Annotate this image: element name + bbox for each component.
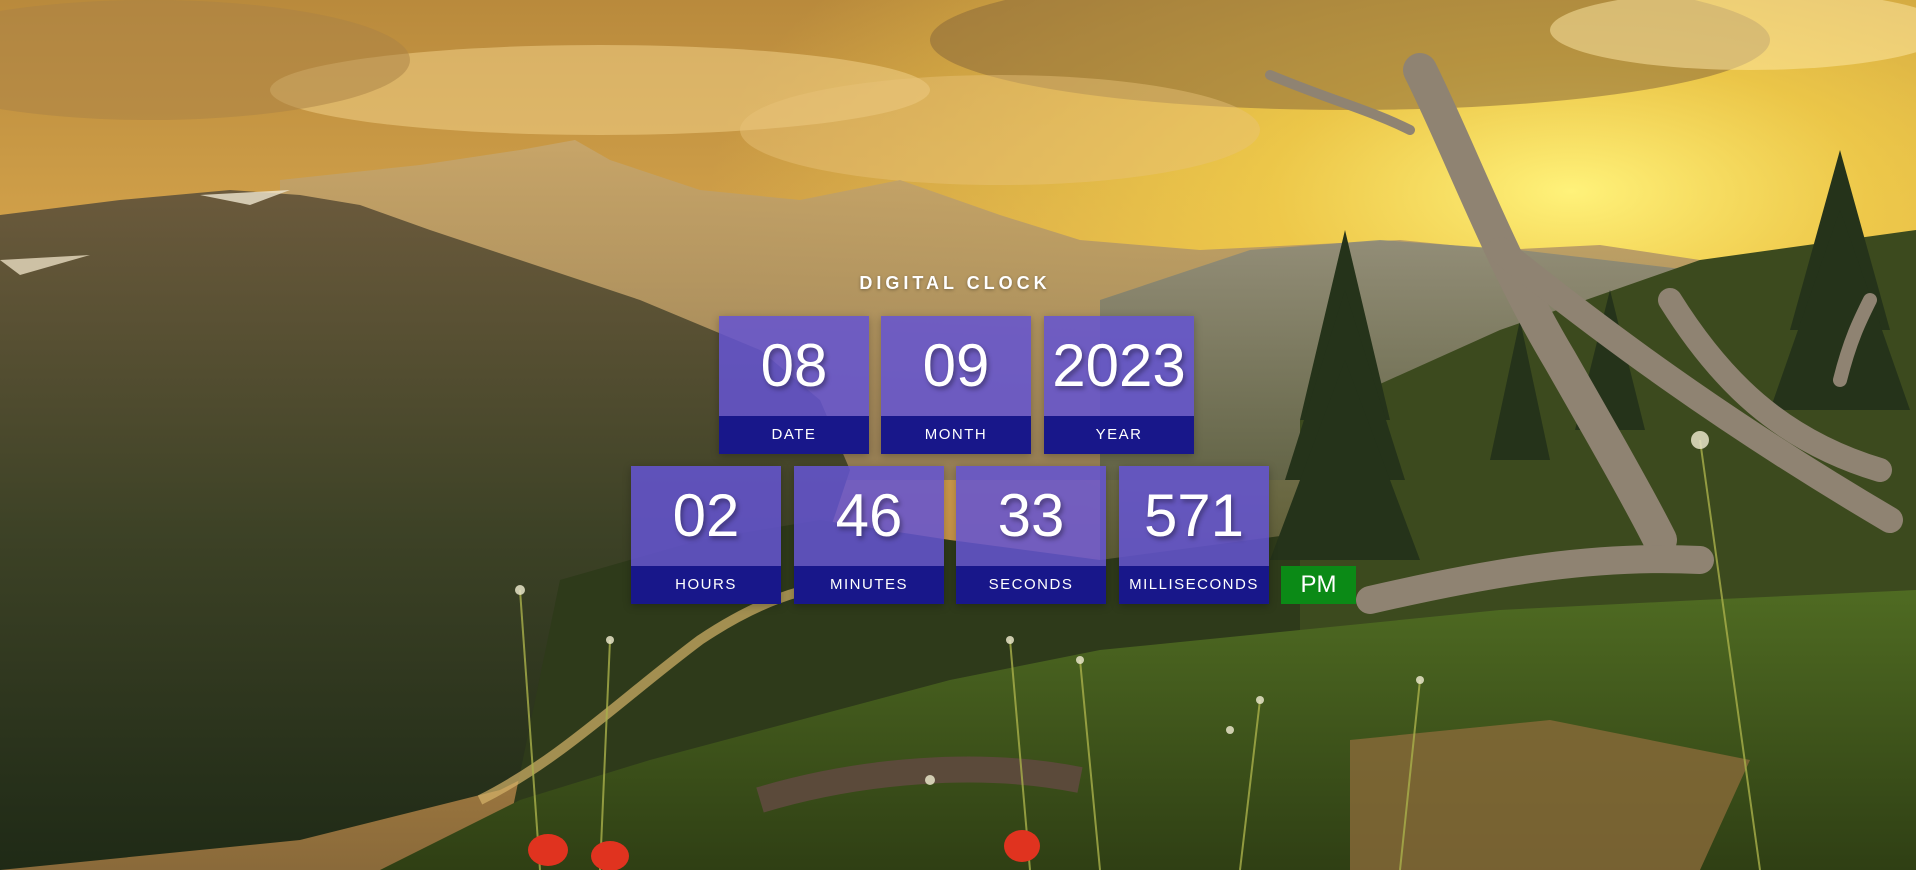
seconds-tile: 33 SECONDS	[956, 466, 1106, 604]
seconds-value: 33	[956, 466, 1106, 566]
milliseconds-label: MILLISECONDS	[1119, 566, 1269, 604]
minutes-value: 46	[794, 466, 944, 566]
date-tile: 08 DATE	[719, 316, 869, 454]
meridiem-badge: PM	[1281, 566, 1356, 604]
clock-title: DIGITAL CLOCK	[859, 273, 1051, 293]
minutes-tile: 46 MINUTES	[794, 466, 944, 604]
year-value: 2023	[1044, 316, 1194, 416]
month-value: 09	[881, 316, 1031, 416]
date-label: DATE	[719, 416, 869, 454]
hours-label: HOURS	[631, 566, 781, 604]
seconds-label: SECONDS	[956, 566, 1106, 604]
milliseconds-tile: 571 MILLISECONDS	[1119, 466, 1269, 604]
year-label: YEAR	[1044, 416, 1194, 454]
minutes-label: MINUTES	[794, 566, 944, 604]
date-value: 08	[719, 316, 869, 416]
year-tile: 2023 YEAR	[1044, 316, 1194, 454]
milliseconds-value: 571	[1119, 466, 1269, 566]
month-tile: 09 MONTH	[881, 316, 1031, 454]
clock-page: DIGITAL CLOCK 08 DATE 09 MONTH 2023 YEAR…	[0, 0, 1916, 870]
hours-tile: 02 HOURS	[631, 466, 781, 604]
hours-value: 02	[631, 466, 781, 566]
month-label: MONTH	[881, 416, 1031, 454]
